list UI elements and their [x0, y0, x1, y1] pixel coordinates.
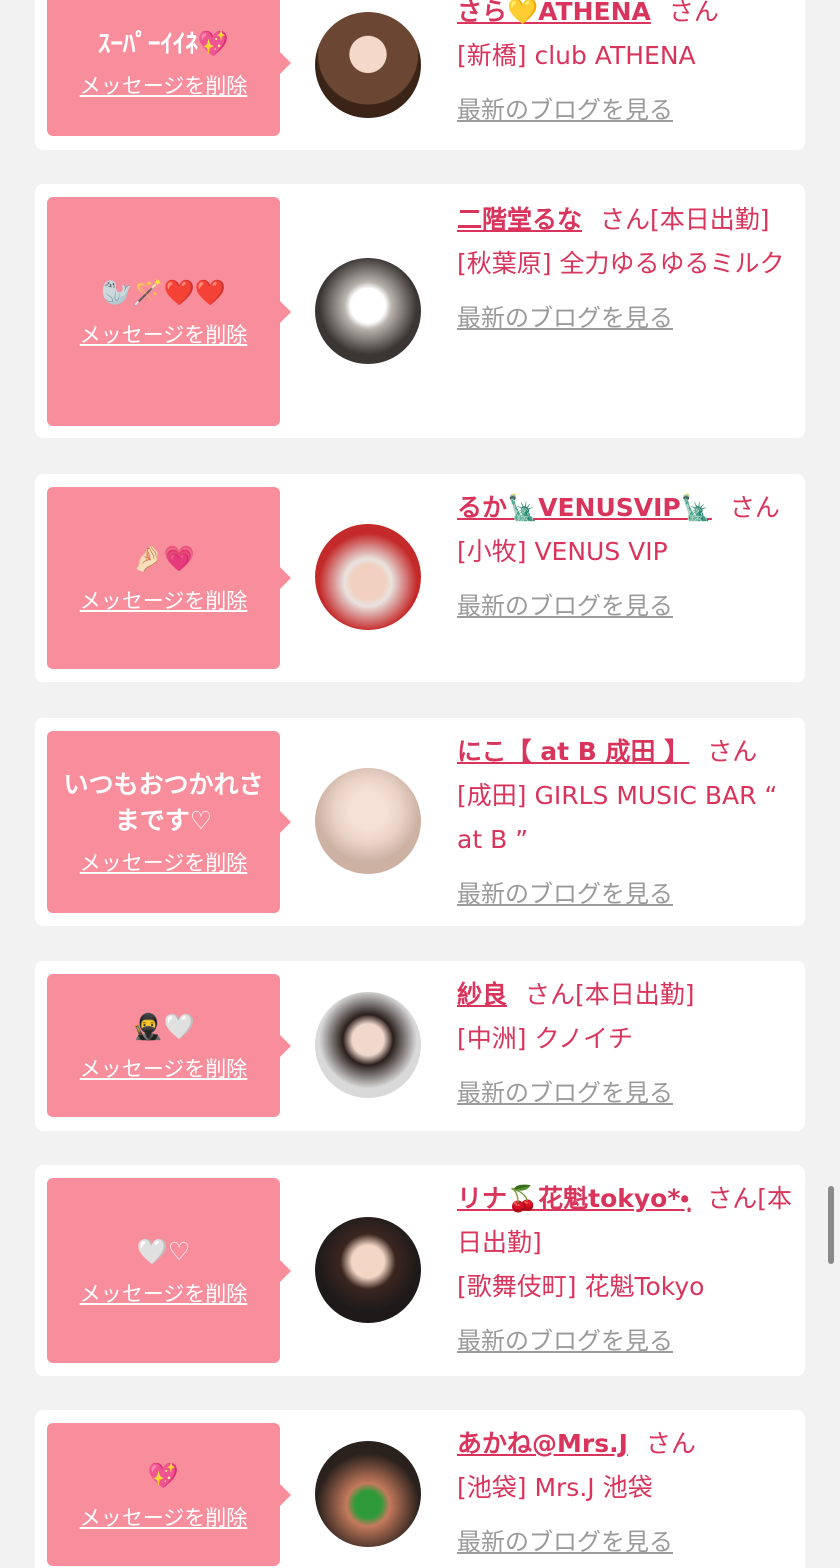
message-bubble: いつもおつかれさまです♡ メッセージを削除 [47, 731, 291, 913]
cast-name-link[interactable]: リナ🍒花魁tokyo*•̩̩͙ [457, 1184, 689, 1213]
honorific: さん [707, 1184, 758, 1213]
message-bubble: 🤍♡ メッセージを削除 [47, 1178, 291, 1363]
blog-link[interactable]: 最新のブログを見る [457, 296, 795, 340]
shop-name: [成田] GIRLS MUSIC BAR “ at B ” [457, 781, 778, 854]
message-card: 🥷🤍 メッセージを削除 紗良 さん[本日出勤] [中洲] クノイチ 最新のブログを… [35, 961, 805, 1131]
shop-name: [小牧] VENUS VIP [457, 537, 668, 566]
delete-message-link[interactable]: メッセージを削除 [80, 70, 248, 100]
message-text: いつもおつかれさまです♡ [63, 770, 264, 835]
shop-name: [歌舞伎町] 花魁Tokyo [457, 1272, 705, 1301]
honorific: さん [668, 0, 719, 26]
message-card: 🤍♡ メッセージを削除 リナ🍒花魁tokyo*•̩̩͙ さん[本日出勤] [歌舞伎… [35, 1165, 805, 1376]
cast-name-link[interactable]: るか🗽VENUSVIP🗽 [457, 493, 712, 522]
blog-link[interactable]: 最新のブログを見る [457, 584, 795, 628]
delete-message-link[interactable]: メッセージを削除 [80, 1278, 248, 1308]
shop-name: [秋葉原] 全力ゆるゆるミルク [457, 249, 785, 278]
message-card: 🦭🪄❤️❤️ メッセージを削除 二階堂るな さん[本日出勤] [秋葉原] 全力ゆる… [35, 184, 805, 438]
delete-message-link[interactable]: メッセージを削除 [80, 319, 248, 349]
message-text: 🦭🪄❤️❤️ [101, 277, 226, 307]
delete-message-link[interactable]: メッセージを削除 [80, 847, 248, 877]
cast-name-link[interactable]: にこ【 at B 成田 】 [457, 737, 689, 766]
message-bubble: 🤌🏻💗 メッセージを削除 [47, 487, 291, 669]
message-card: 💖 メッセージを削除 あかね@Mrs.J さん [池袋] Mrs.J 池袋 最新の… [35, 1410, 805, 1568]
honorific: さん [645, 1429, 696, 1458]
message-bubble: ｽｰﾊﾟｰｲｲﾈ💖 メッセージを削除 [47, 0, 291, 136]
delete-message-link[interactable]: メッセージを削除 [80, 585, 248, 615]
honorific: さん [729, 493, 780, 522]
status-suffix: [本日出勤] [575, 980, 695, 1009]
message-text: 💖 [147, 1460, 180, 1490]
message-card: ｽｰﾊﾟｰｲｲﾈ💖 メッセージを削除 さら💛ATHENA さん [新橋] club… [35, 0, 805, 150]
status-suffix: [本日出勤] [650, 205, 770, 234]
message-bubble: 🥷🤍 メッセージを削除 [47, 974, 291, 1117]
cast-name-link[interactable]: 二階堂るな [457, 205, 582, 234]
message-card: 🤌🏻💗 メッセージを削除 るか🗽VENUSVIP🗽 さん [小牧] VENUS V… [35, 474, 805, 682]
avatar[interactable] [315, 12, 421, 118]
blog-link[interactable]: 最新のブログを見る [457, 1520, 795, 1564]
blog-link[interactable]: 最新のブログを見る [457, 1071, 795, 1115]
avatar[interactable] [315, 768, 421, 874]
cast-info: るか🗽VENUSVIP🗽 さん [小牧] VENUS VIP 最新のブログを見る [457, 486, 795, 628]
cast-info: 紗良 さん[本日出勤] [中洲] クノイチ 最新のブログを見る [457, 973, 795, 1115]
avatar[interactable] [315, 258, 421, 364]
cast-info: さら💛ATHENA さん [新橋] club ATHENA 最新のブログを見る [457, 0, 795, 132]
delete-message-link[interactable]: メッセージを削除 [80, 1053, 248, 1083]
cast-info: にこ【 at B 成田 】さん [成田] GIRLS MUSIC BAR “ a… [457, 730, 795, 916]
message-card: いつもおつかれさまです♡ メッセージを削除 にこ【 at B 成田 】さん [成… [35, 718, 805, 926]
message-bubble: 🦭🪄❤️❤️ メッセージを削除 [47, 197, 291, 426]
message-text: 🤍♡ [136, 1236, 191, 1266]
shop-name: [池袋] Mrs.J 池袋 [457, 1473, 653, 1502]
message-bubble: 💖 メッセージを削除 [47, 1423, 291, 1566]
honorific: さん [600, 205, 651, 234]
cast-name-link[interactable]: 紗良 [457, 980, 507, 1009]
message-text: 🥷🤍 [132, 1011, 195, 1041]
blog-link[interactable]: 最新のブログを見る [457, 872, 795, 916]
avatar[interactable] [315, 1217, 421, 1323]
honorific: さん [525, 980, 576, 1009]
cast-name-link[interactable]: あかね@Mrs.J [457, 1429, 628, 1458]
cast-info: 二階堂るな さん[本日出勤] [秋葉原] 全力ゆるゆるミルク 最新のブログを見る [457, 198, 795, 340]
shop-name: [新橋] club ATHENA [457, 41, 696, 70]
cast-name-link[interactable]: さら💛ATHENA [457, 0, 651, 26]
avatar[interactable] [315, 1441, 421, 1547]
avatar[interactable] [315, 992, 421, 1098]
message-text: ｽｰﾊﾟｰｲｲﾈ💖 [97, 29, 230, 58]
cast-info: リナ🍒花魁tokyo*•̩̩͙ さん[本日出勤] [歌舞伎町] 花魁Tokyo 最… [457, 1177, 795, 1363]
message-text: 🤌🏻💗 [132, 544, 195, 573]
honorific: さん [707, 737, 758, 766]
blog-link[interactable]: 最新のブログを見る [457, 88, 795, 132]
scrollbar[interactable] [828, 1186, 834, 1264]
blog-link[interactable]: 最新のブログを見る [457, 1319, 795, 1363]
cast-info: あかね@Mrs.J さん [池袋] Mrs.J 池袋 最新のブログを見る [457, 1422, 795, 1564]
delete-message-link[interactable]: メッセージを削除 [80, 1502, 248, 1532]
avatar[interactable] [315, 524, 421, 630]
shop-name: [中洲] クノイチ [457, 1024, 633, 1053]
